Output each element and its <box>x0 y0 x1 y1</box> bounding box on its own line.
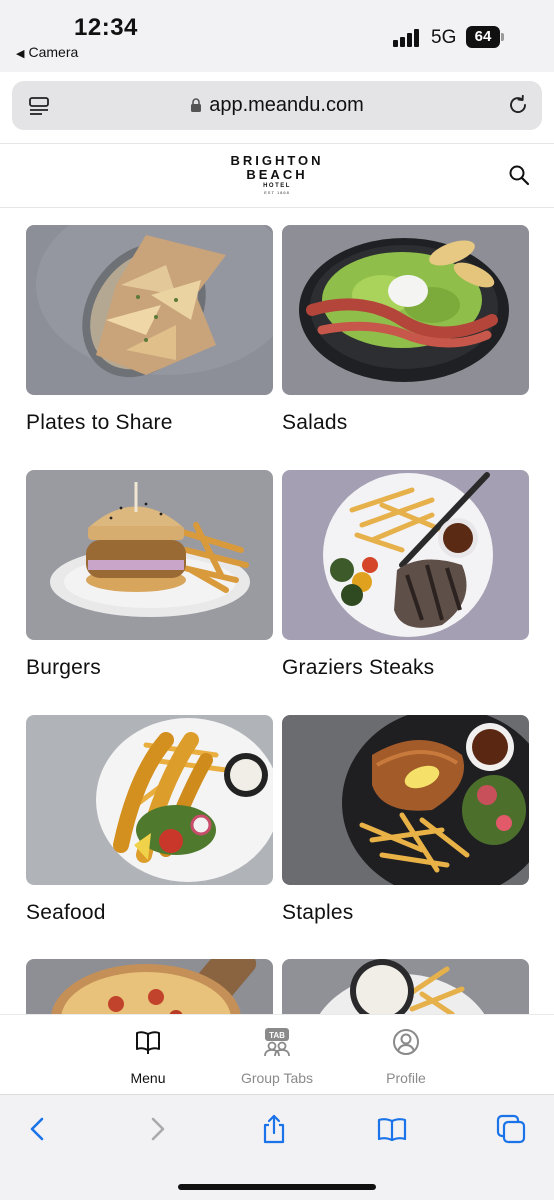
tab-label: Profile <box>386 1070 426 1086</box>
logo-line-3: HOTEL <box>263 183 291 189</box>
back-to-app-link[interactable]: ◀ Camera <box>16 44 78 60</box>
category-label: Staples <box>282 901 354 924</box>
category-label: Seafood <box>26 901 106 924</box>
share-icon[interactable] <box>258 1113 290 1145</box>
category-label: Plates to Share <box>26 411 173 434</box>
profile-icon <box>393 1029 419 1055</box>
url-display[interactable]: app.meandu.com <box>12 94 542 117</box>
category-image <box>282 959 529 1014</box>
category-card-plates-to-share[interactable]: Plates to Share <box>26 225 273 435</box>
status-bar: 12:34 ◀ Camera 5G 64 <box>0 0 554 72</box>
battery-icon: 64 <box>466 26 504 48</box>
category-card-staples[interactable]: Staples <box>282 715 529 925</box>
browser-toolbar <box>0 1094 554 1200</box>
back-icon[interactable] <box>22 1113 54 1145</box>
category-label: Salads <box>282 411 348 434</box>
signal-icon <box>393 29 421 47</box>
category-image <box>282 715 529 885</box>
menu-category-grid: Plates to Share Salads Burgers Graziers … <box>0 209 554 1014</box>
logo-line-2: BEACH <box>246 167 308 182</box>
category-card-salads[interactable]: Salads <box>282 225 529 435</box>
category-image <box>26 225 273 395</box>
category-image <box>26 470 273 640</box>
category-image <box>282 225 529 395</box>
category-card-burgers[interactable]: Burgers <box>26 470 273 680</box>
category-label: Burgers <box>26 656 101 679</box>
search-icon[interactable] <box>508 164 530 186</box>
screen: 12:34 ◀ Camera 5G 64 app.meandu.com BRIG… <box>0 0 554 1200</box>
category-card-8[interactable] <box>282 959 529 1014</box>
site-header: BRIGHTON BEACH HOTEL EST 1868 <box>0 143 554 208</box>
category-label: Graziers Steaks <box>282 656 435 679</box>
forward-icon[interactable] <box>141 1113 173 1145</box>
url-text: app.meandu.com <box>209 94 364 116</box>
tabs-icon[interactable] <box>495 1113 527 1145</box>
logo-line-1: BRIGHTON <box>230 153 324 168</box>
group-tab-icon: TAB <box>264 1028 290 1057</box>
brighton-beach-logo[interactable]: BRIGHTON BEACH HOTEL EST 1868 <box>226 153 328 196</box>
lock-icon <box>191 98 202 112</box>
tab-label: Group Tabs <box>240 1070 314 1086</box>
tab-label: Menu <box>130 1070 166 1086</box>
book-icon <box>136 1031 160 1054</box>
category-card-seafood[interactable]: Seafood <box>26 715 273 925</box>
category-image <box>282 470 529 640</box>
battery-level: 64 <box>466 26 500 48</box>
bookmarks-icon[interactable] <box>376 1113 408 1145</box>
back-triangle-icon: ◀ <box>16 48 25 60</box>
tab-menu[interactable]: Menu <box>93 1027 203 1086</box>
network-type: 5G <box>431 27 457 48</box>
tab-badge-text: TAB <box>269 1031 285 1040</box>
tab-group-tabs[interactable]: TAB Group Tabs <box>222 1027 332 1086</box>
category-image <box>26 715 273 885</box>
home-indicator <box>178 1184 376 1190</box>
category-card-7[interactable] <box>26 959 273 1014</box>
category-image <box>26 959 273 1014</box>
back-app-label: Camera <box>28 44 79 60</box>
status-time: 12:34 <box>74 14 138 41</box>
logo-line-4: EST 1868 <box>264 190 290 195</box>
address-bar[interactable]: app.meandu.com <box>12 81 542 130</box>
reload-icon[interactable] <box>506 93 530 117</box>
bottom-tab-bar: Menu TAB Group Tabs Profile <box>0 1014 554 1094</box>
tab-profile[interactable]: Profile <box>351 1027 461 1086</box>
category-card-graziers-steaks[interactable]: Graziers Steaks <box>282 470 529 680</box>
